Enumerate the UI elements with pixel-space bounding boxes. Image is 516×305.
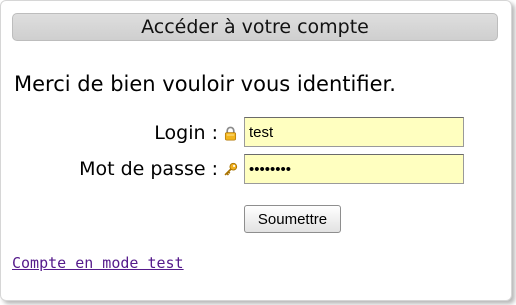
login-panel: Accéder à votre compte Merci de bien vou… xyxy=(0,0,512,301)
panel-header: Accéder à votre compte xyxy=(12,13,498,41)
password-input[interactable] xyxy=(244,154,464,184)
submit-button[interactable]: Soumettre xyxy=(244,205,341,233)
lock-icon xyxy=(224,126,237,141)
login-input[interactable] xyxy=(244,117,464,147)
intro-text: Merci de bien vouloir vous identifier. xyxy=(14,72,396,96)
password-label: Mot de passe : xyxy=(79,158,218,180)
key-icon xyxy=(224,162,238,176)
login-label: Login : xyxy=(154,122,218,144)
test-account-link[interactable]: Compte en mode test xyxy=(12,254,184,272)
panel-title: Accéder à votre compte xyxy=(141,16,369,38)
